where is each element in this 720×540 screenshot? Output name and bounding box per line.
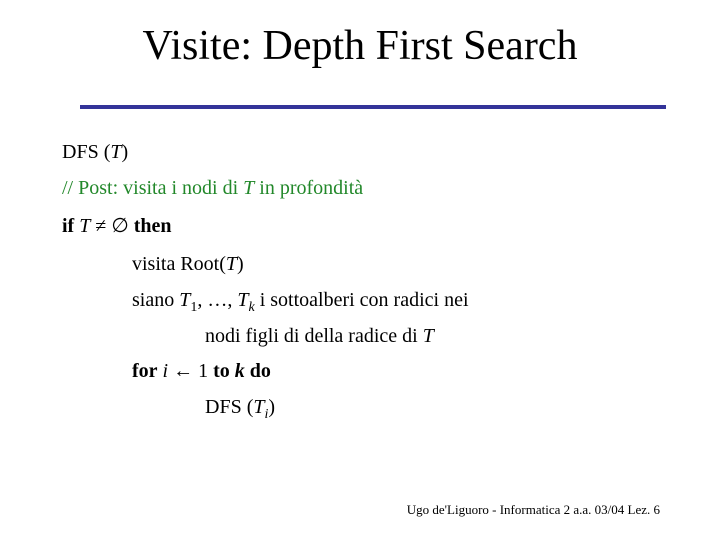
title-divider: [80, 105, 666, 109]
variable-T: T: [110, 141, 122, 163]
assign-arrow: ← 1: [168, 360, 214, 382]
variable-T: T: [243, 177, 255, 199]
variable-T: T: [79, 215, 91, 237]
code-line-recursive-call: DFS (Ti): [205, 396, 276, 422]
slide-footer: Ugo de'Liguoro - Informatica 2 a.a. 03/0…: [406, 502, 660, 517]
keyword-for: for: [132, 360, 158, 382]
slide-title: Visite: Depth First Search: [142, 23, 578, 69]
keyword-then: then: [133, 215, 172, 237]
function-name: DFS: [62, 141, 99, 163]
variable-T1: T: [179, 289, 191, 311]
variable-T: T: [225, 253, 238, 275]
keyword-to: to: [213, 360, 230, 382]
variable-T: T: [422, 325, 434, 347]
variable-Tk: T: [237, 289, 249, 311]
code-line-if: if T ≠ ∅ then: [62, 213, 172, 239]
keyword-if: if: [62, 215, 75, 237]
keyword-do: do: [249, 360, 271, 382]
code-line-for: for i ← 1 to k do: [132, 358, 271, 384]
code-line-subtrees-cont: nodi figli di della radice di T: [205, 325, 434, 347]
code-line-subtrees: siano T1, …, Tk i sottoalberi con radici…: [132, 289, 469, 315]
code-line-signature: DFS (T): [62, 141, 129, 163]
not-empty-operator: ≠ ∅: [90, 215, 134, 237]
variable-Ti: T: [253, 396, 265, 418]
slide: Visite: Depth First Search DFS (T) // Po…: [0, 0, 720, 540]
code-line-visit-root: visita Root(T): [132, 253, 244, 275]
variable-k: k: [234, 360, 245, 382]
code-line-comment: // Post: visita i nodi di T in profondit…: [62, 177, 364, 199]
